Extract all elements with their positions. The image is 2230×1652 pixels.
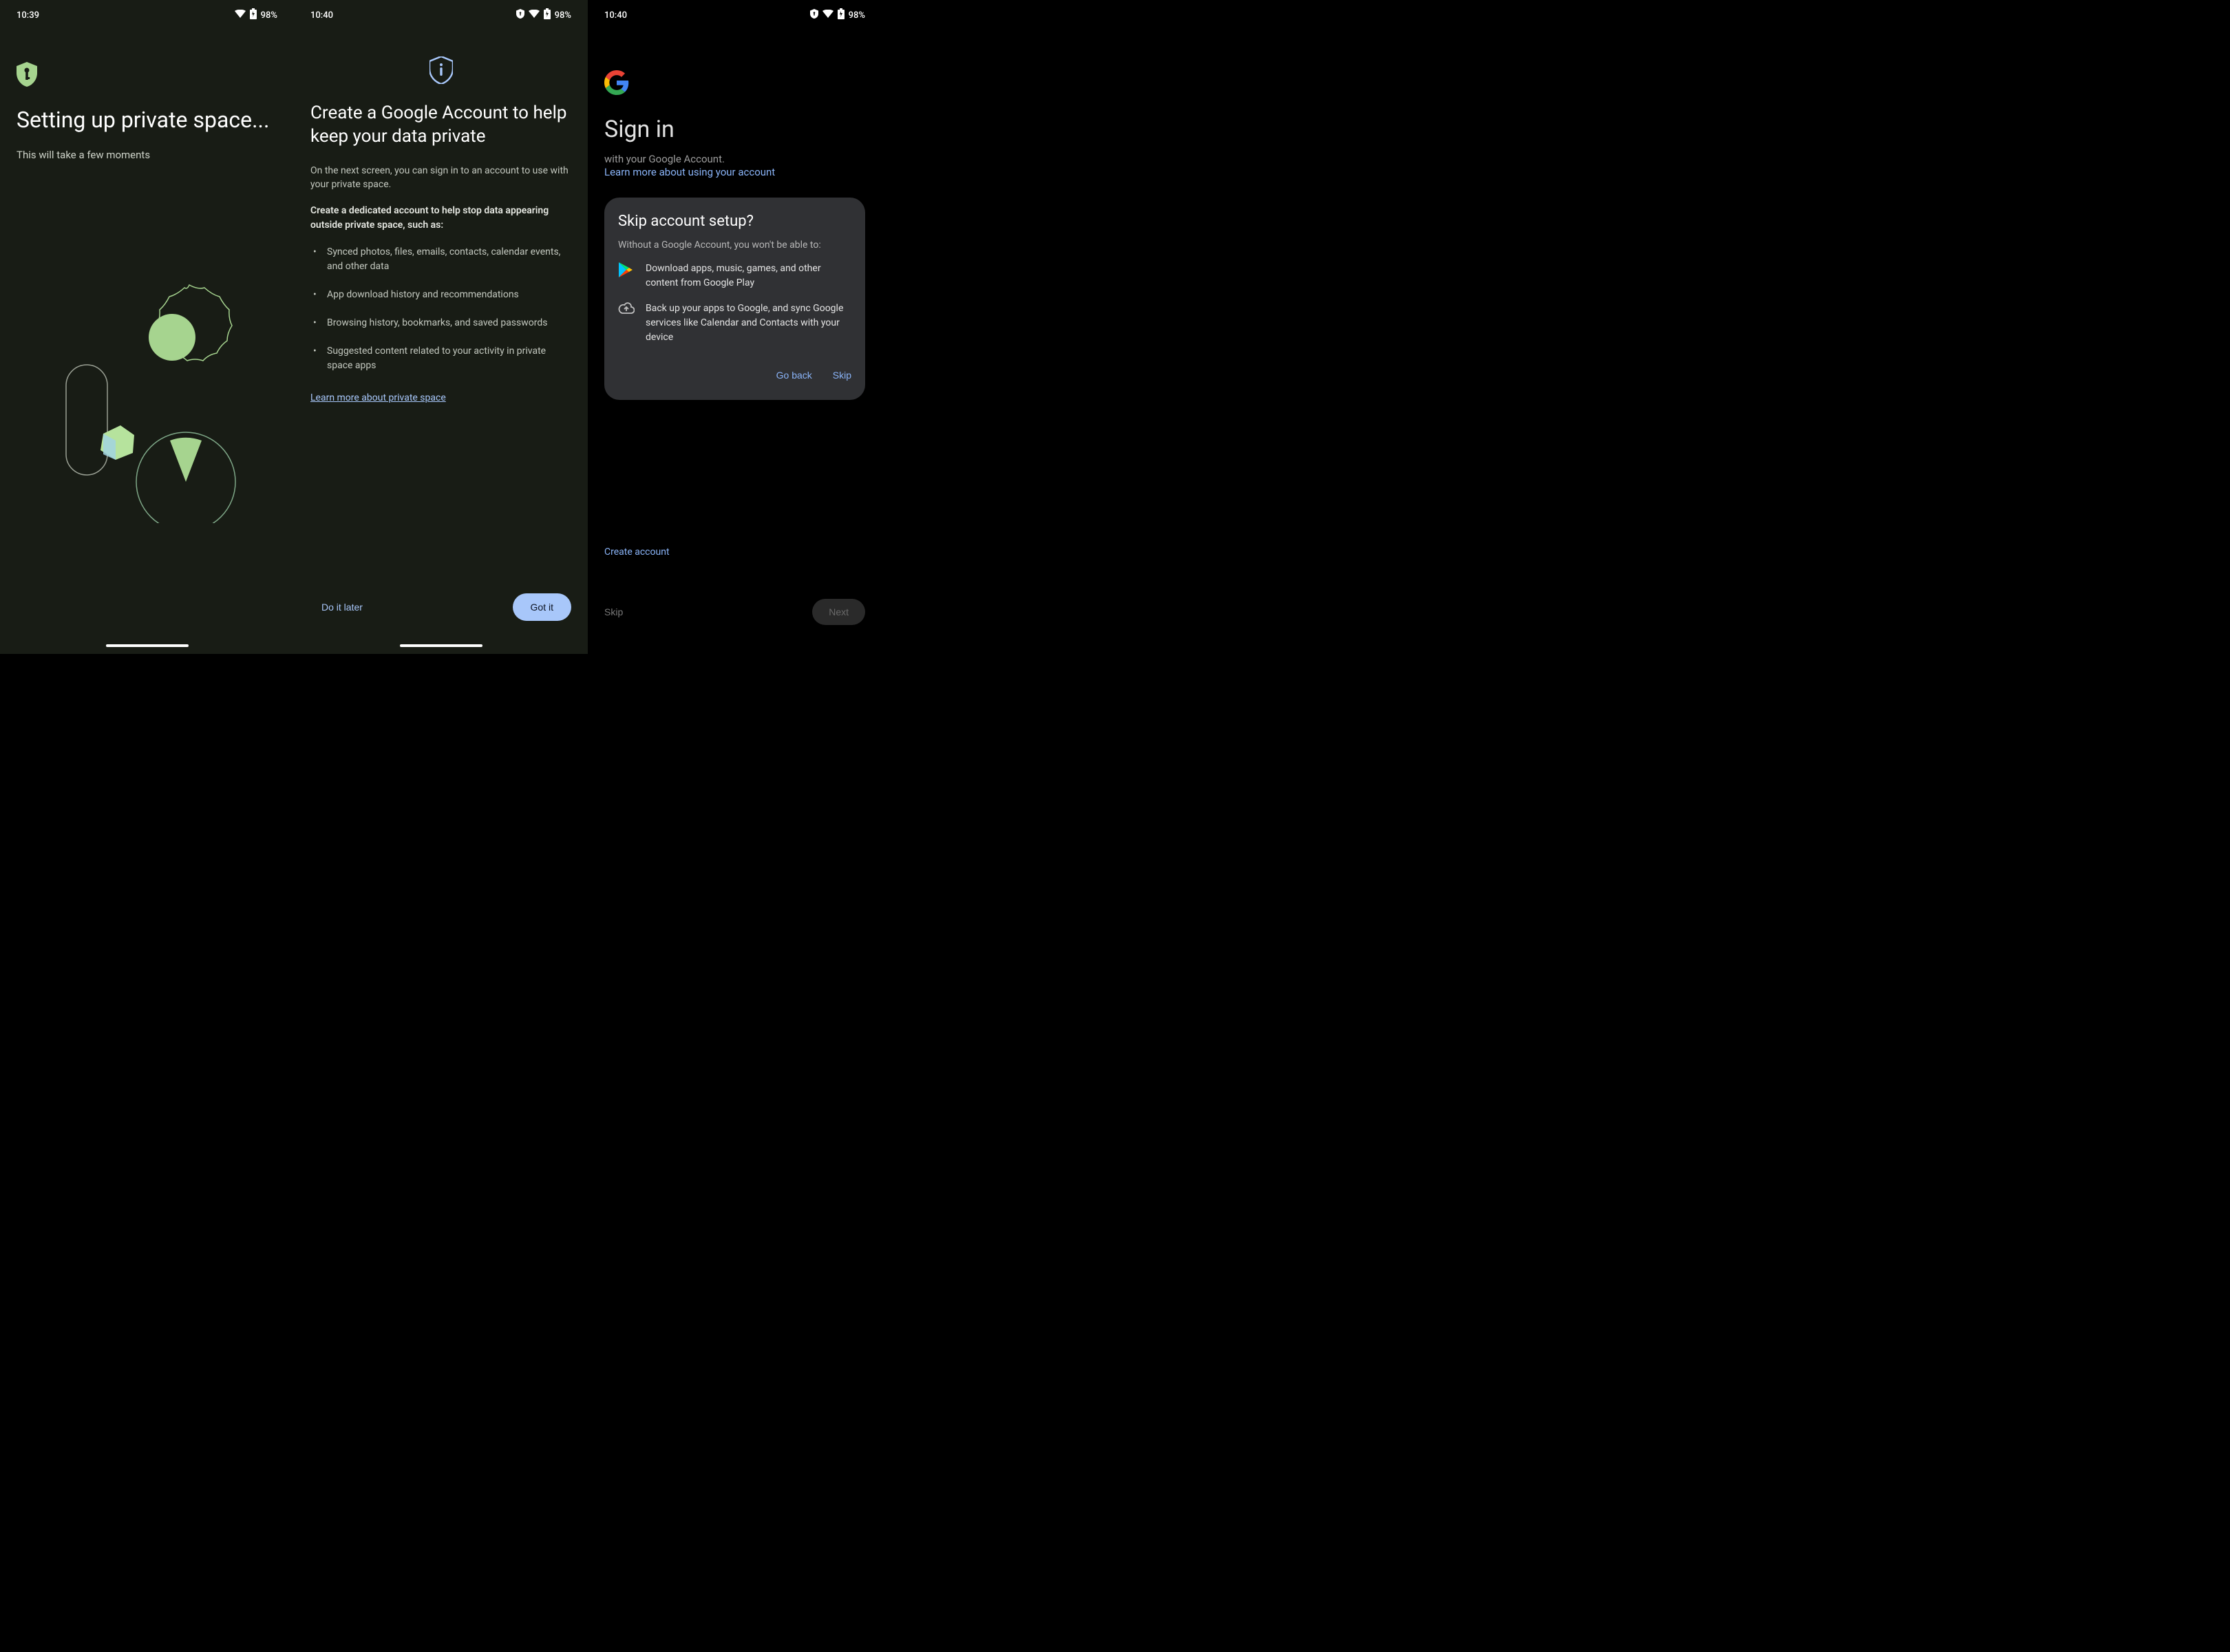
modal-item: Download apps, music, games, and other c… [618, 262, 851, 290]
page-subtitle: This will take a few moments [17, 149, 277, 161]
status-bar: 10:40 98% [604, 0, 865, 30]
cloud-backup-icon [618, 301, 635, 317]
wifi-icon [235, 10, 246, 21]
bullet-list: Synced photos, files, emails, contacts, … [310, 245, 571, 373]
screen-setup-private-space: 10:39 98% Setting up private space... Th… [0, 0, 294, 654]
page-title: Setting up private space... [17, 106, 277, 134]
skip-account-modal: Skip account setup? Without a Google Acc… [604, 198, 865, 400]
nav-handle[interactable] [400, 644, 482, 647]
modal-item: Back up your apps to Google, and sync Go… [618, 301, 851, 345]
modal-buttons: Go back Skip [618, 370, 851, 381]
battery-icon [838, 8, 845, 22]
battery-icon [250, 8, 257, 22]
status-bar: 10:40 98% [310, 0, 571, 30]
battery-percent: 98% [261, 10, 277, 21]
status-icons: 98% [516, 8, 571, 22]
list-item: App download history and recommendations [310, 288, 571, 302]
next-button[interactable]: Next [812, 599, 865, 625]
setup-illustration [55, 275, 248, 523]
shield-key-icon [17, 62, 277, 89]
private-lock-icon [810, 9, 818, 21]
screen-sign-in: 10:40 98% Sign in with your Google Accou… [588, 0, 882, 654]
screen-create-account-prompt: 10:40 98% Create a Google Account to hel… [294, 0, 588, 654]
bottom-bar: Skip Next [604, 599, 865, 625]
nav-handle[interactable] [106, 644, 189, 647]
private-lock-icon [516, 9, 524, 21]
status-time: 10:40 [310, 10, 333, 21]
do-it-later-button[interactable]: Do it later [310, 602, 363, 613]
battery-percent: 98% [555, 10, 571, 21]
status-icons: 98% [235, 8, 277, 22]
status-time: 10:40 [604, 10, 627, 21]
page-subtitle: with your Google Account. [604, 153, 865, 165]
learn-more-link[interactable]: Learn more about private space [310, 392, 446, 403]
list-item: Browsing history, bookmarks, and saved p… [310, 316, 571, 330]
play-store-icon [618, 262, 635, 281]
go-back-button[interactable]: Go back [776, 370, 812, 381]
skip-bottom-button[interactable]: Skip [604, 606, 623, 617]
create-account-link[interactable]: Create account [604, 547, 670, 558]
page-title: Sign in [604, 116, 865, 143]
battery-percent: 98% [849, 10, 865, 21]
modal-subtitle: Without a Google Account, you won't be a… [618, 240, 851, 251]
shield-info-icon [310, 56, 571, 84]
status-bar: 10:39 98% [17, 0, 277, 30]
wifi-icon [529, 10, 540, 21]
status-icons: 98% [810, 8, 865, 22]
page-title: Create a Google Account to help keep you… [310, 102, 571, 149]
page-description: On the next screen, you can sign in to a… [310, 164, 571, 192]
learn-more-link[interactable]: Learn more about using your account [604, 166, 775, 178]
bold-intro: Create a dedicated account to help stop … [310, 204, 571, 233]
battery-icon [544, 8, 551, 22]
got-it-button[interactable]: Got it [513, 593, 571, 621]
bottom-bar: Do it later Got it [310, 593, 571, 621]
modal-item-text: Back up your apps to Google, and sync Go… [646, 301, 851, 345]
status-time: 10:39 [17, 10, 39, 21]
skip-button[interactable]: Skip [833, 370, 851, 381]
modal-item-text: Download apps, music, games, and other c… [646, 262, 851, 290]
google-logo-icon [604, 70, 865, 98]
list-item: Synced photos, files, emails, contacts, … [310, 245, 571, 274]
modal-title: Skip account setup? [618, 213, 851, 230]
list-item: Suggested content related to your activi… [310, 344, 571, 373]
wifi-icon [822, 10, 833, 21]
